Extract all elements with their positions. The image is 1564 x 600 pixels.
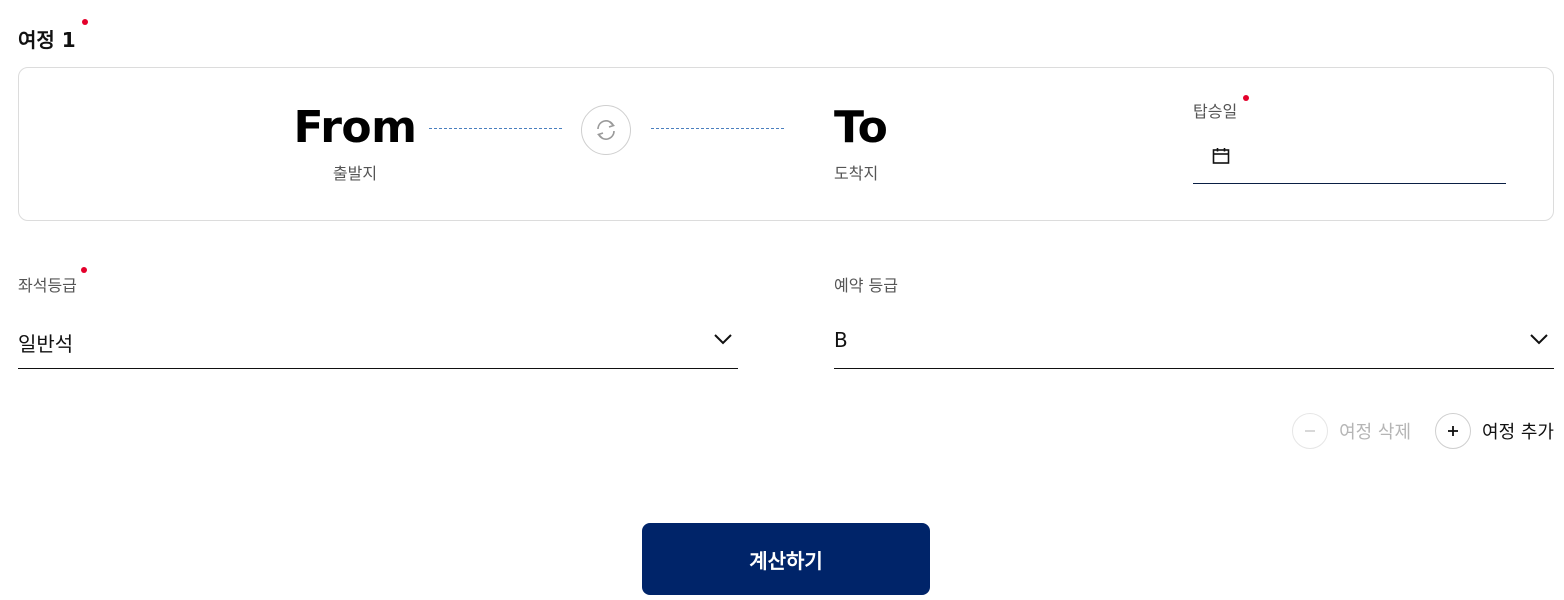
departure-date-field: 탑승일 [1193,95,1506,184]
swap-arrows-icon [597,120,615,140]
route-dash-left [429,128,562,129]
booking-class-label: 예약 등급 [834,276,898,295]
add-segment-label: 여정 추가 [1482,422,1554,443]
origin-code: From [293,102,417,153]
remove-segment-button[interactable]: 여정 삭제 [1292,413,1411,449]
add-segment-button[interactable]: 여정 추가 [1435,413,1554,449]
departure-date-input[interactable] [1193,144,1506,184]
booking-class-field: 예약 등급 B [834,272,1554,369]
chevron-down-icon [714,334,732,345]
remove-segment-label: 여정 삭제 [1339,422,1412,443]
route-card: From 출발지 To 도착지 탑승일 [18,67,1554,221]
seat-class-value: 일반석 [18,332,74,356]
calculate-button[interactable]: 계산하기 [642,523,930,595]
origin-selector[interactable]: From 출발지 [277,102,433,184]
seat-class-label: 좌석등급 [18,267,87,296]
destination-code: To [834,102,888,153]
departure-date-label-text: 탑승일 [1193,102,1238,121]
seat-class-field: 좌석등급 일반석 [18,267,738,369]
seat-class-label-text: 좌석등급 [18,276,77,295]
booking-class-select[interactable]: B [834,322,1554,369]
segment-title-text: 여정 1 [18,28,76,52]
origin-label: 출발지 [332,164,378,184]
chevron-down-icon [1530,334,1548,345]
route-dash-right [651,128,784,129]
required-indicator [80,267,87,273]
seat-class-select[interactable]: 일반석 [18,322,738,369]
swap-route-button[interactable] [581,105,631,155]
destination-label: 도착지 [834,164,879,184]
segment-title: 여정 1 [18,19,88,53]
segment-actions: 여정 삭제 여정 추가 [1292,413,1554,449]
plus-icon [1435,413,1472,449]
calendar-icon [1212,148,1230,164]
required-indicator [82,19,88,25]
destination-selector[interactable]: To 도착지 [834,102,888,184]
departure-date-label: 탑승일 [1193,95,1250,122]
required-indicator [1243,95,1250,101]
booking-class-value: B [834,328,848,352]
minus-icon [1292,413,1329,449]
